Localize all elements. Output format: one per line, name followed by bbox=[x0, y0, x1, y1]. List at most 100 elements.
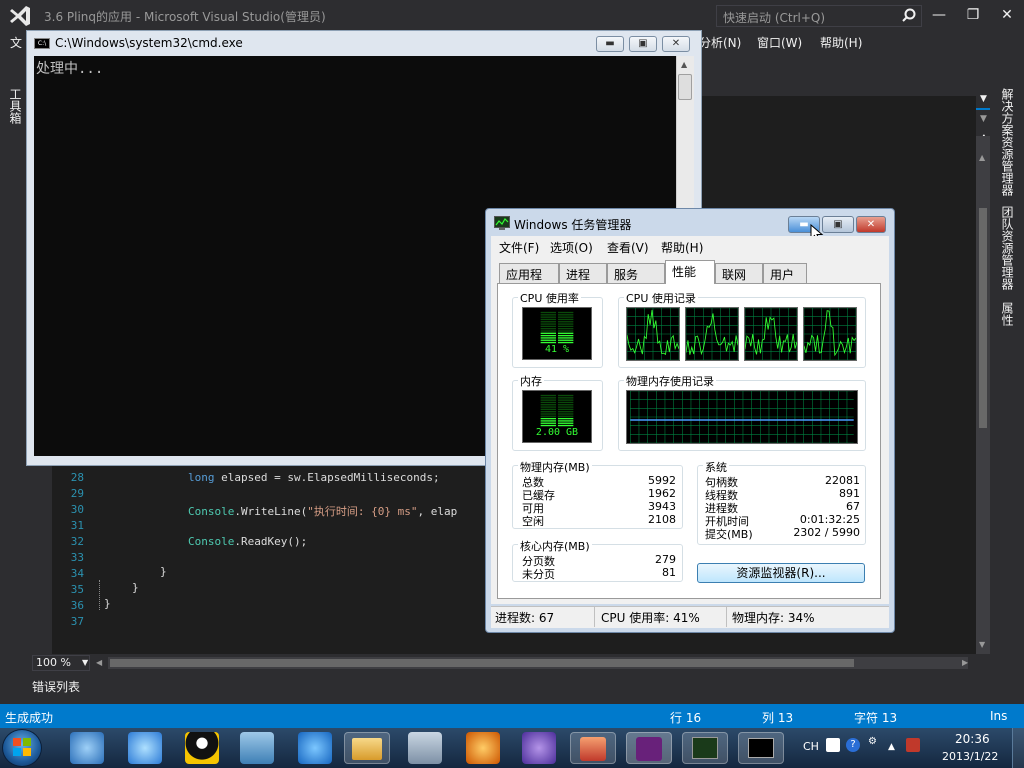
windows-logo-icon bbox=[13, 738, 31, 756]
memory-value: 2.00 GB bbox=[535, 427, 579, 438]
resource-monitor-button[interactable]: 资源监视器(R)... bbox=[697, 563, 865, 583]
scroll-up-icon[interactable]: ▲ bbox=[979, 153, 985, 162]
show-hidden-icons[interactable]: ▲ bbox=[888, 742, 895, 752]
menu-file[interactable]: 文 bbox=[10, 34, 22, 51]
maximize-icon[interactable]: ▣ bbox=[629, 36, 657, 52]
chevron-down-icon[interactable]: ▼ bbox=[980, 114, 987, 124]
tab-applications[interactable]: 应用程序 bbox=[499, 263, 559, 299]
cpu-history-label: CPU 使用记录 bbox=[624, 290, 698, 306]
chevron-down-icon[interactable]: ▼ bbox=[980, 94, 987, 104]
tm-menu-options[interactable]: 选项(O) bbox=[550, 239, 593, 256]
cmd-output: 处理中... bbox=[36, 61, 104, 77]
code-brace: } bbox=[132, 581, 139, 594]
folder-icon bbox=[352, 738, 382, 760]
ime-tool-icon[interactable] bbox=[826, 738, 840, 752]
memory-label: 内存 bbox=[518, 373, 544, 389]
properties-tab[interactable]: 属性 bbox=[998, 302, 1016, 326]
line-number: 34 bbox=[70, 567, 84, 580]
app-icon[interactable] bbox=[466, 732, 500, 764]
build-status: 生成成功 bbox=[5, 711, 54, 725]
cpu-usage-value: 41 % bbox=[544, 344, 570, 355]
visual-studio-logo-icon bbox=[10, 6, 30, 26]
physical-memory-title: 物理内存(MB) bbox=[518, 459, 592, 475]
search-icon[interactable] bbox=[902, 8, 916, 22]
internet-explorer-icon[interactable] bbox=[298, 732, 332, 764]
cmd-title: C:\Windows\system32\cmd.exe bbox=[55, 36, 243, 50]
infinity-app-icon[interactable] bbox=[522, 732, 556, 764]
minimize-icon[interactable]: — bbox=[926, 4, 952, 26]
computer-app-icon[interactable] bbox=[240, 732, 274, 764]
code-brace: } bbox=[104, 597, 111, 610]
system-title: 系统 bbox=[703, 459, 729, 475]
close-icon[interactable]: ✕ bbox=[994, 4, 1020, 26]
ime-indicator[interactable]: CH bbox=[803, 740, 819, 753]
status-divider bbox=[726, 607, 727, 627]
status-processes: 进程数: 67 bbox=[495, 611, 555, 625]
tab-services[interactable]: 服务 bbox=[607, 263, 665, 283]
stat-value: 891 bbox=[839, 487, 860, 500]
code-line: long elapsed = sw.ElapsedMilliseconds; bbox=[188, 471, 440, 484]
show-desktop-button[interactable] bbox=[1012, 728, 1024, 768]
bird-app-icon[interactable] bbox=[128, 732, 162, 764]
powerpoint-icon bbox=[580, 737, 606, 761]
line-number: 36 bbox=[70, 599, 84, 612]
stat-value: 81 bbox=[662, 566, 676, 579]
line-number: 30 bbox=[70, 503, 84, 516]
restore-icon[interactable]: ❐ bbox=[960, 4, 986, 26]
line-number: 31 bbox=[70, 519, 84, 532]
menu-analyze[interactable]: 分析(N) bbox=[699, 34, 741, 51]
toolbox-tab[interactable]: 工具箱 bbox=[6, 88, 24, 124]
task-manager-icon bbox=[494, 216, 510, 230]
tools-app-icon[interactable] bbox=[408, 732, 442, 764]
menu-window[interactable]: 窗口(W) bbox=[757, 34, 802, 51]
status-memory: 物理内存: 34% bbox=[732, 611, 815, 625]
cpu-core-graph bbox=[744, 307, 798, 361]
chevron-down-icon[interactable]: ▼ bbox=[82, 658, 88, 667]
scroll-left-icon[interactable]: ◀ bbox=[96, 658, 102, 667]
close-icon[interactable]: ✕ bbox=[856, 216, 886, 233]
cmd-icon: C:\ bbox=[34, 38, 50, 49]
clock-time[interactable]: 20:36 bbox=[955, 732, 990, 746]
status-cpu: CPU 使用率: 41% bbox=[601, 611, 700, 625]
minimize-icon[interactable]: ▬ bbox=[596, 36, 624, 52]
tm-menu-view[interactable]: 查看(V) bbox=[607, 239, 649, 256]
editor-scroll-thumb[interactable] bbox=[979, 208, 987, 428]
tm-menu-help[interactable]: 帮助(H) bbox=[661, 239, 703, 256]
status-col: 列 13 bbox=[762, 711, 794, 725]
menu-help[interactable]: 帮助(H) bbox=[820, 34, 862, 51]
stat-label: 未分页 bbox=[522, 568, 555, 581]
error-list-tab[interactable]: 错误列表 bbox=[32, 678, 80, 695]
clock-date[interactable]: 2013/1/22 bbox=[942, 750, 998, 763]
stat-value: 279 bbox=[655, 553, 676, 566]
tm-menu-file[interactable]: 文件(F) bbox=[499, 239, 539, 256]
solution-explorer-tab[interactable]: 解决方案资源管理器 bbox=[998, 88, 1016, 196]
line-number: 29 bbox=[70, 487, 84, 500]
cmd-icon bbox=[748, 738, 774, 758]
status-insert-mode: Ins bbox=[990, 709, 1008, 723]
cpu-core-graph bbox=[685, 307, 739, 361]
team-explorer-tab[interactable]: 团队资源管理器 bbox=[998, 206, 1016, 290]
status-divider bbox=[594, 607, 595, 627]
tab-networking[interactable]: 联网 bbox=[715, 263, 763, 283]
help-icon[interactable]: ? bbox=[846, 738, 860, 752]
scroll-up-icon[interactable]: ▲ bbox=[681, 60, 687, 69]
tab-users[interactable]: 用户 bbox=[763, 263, 807, 283]
tab-processes[interactable]: 进程 bbox=[559, 263, 607, 283]
stat-value: 22081 bbox=[825, 474, 860, 487]
stat-label: 空闲 bbox=[522, 515, 544, 528]
close-icon[interactable]: ✕ bbox=[662, 36, 690, 52]
scroll-down-icon[interactable]: ▼ bbox=[979, 640, 985, 649]
scroll-right-icon[interactable]: ▶ bbox=[962, 658, 968, 667]
media-player-icon[interactable] bbox=[70, 732, 104, 764]
horizontal-scroll-thumb[interactable] bbox=[110, 659, 854, 667]
task-manager-icon bbox=[692, 737, 718, 759]
task-manager-title: Windows 任务管理器 bbox=[514, 218, 632, 232]
tray-menu-icon[interactable]: ⚙ bbox=[868, 736, 877, 747]
tab-performance[interactable]: 性能 bbox=[665, 260, 715, 284]
stat-value: 3943 bbox=[648, 500, 676, 513]
cmd-scroll-thumb[interactable] bbox=[678, 74, 692, 100]
tray-app-icon[interactable] bbox=[906, 738, 920, 752]
quick-launch-input[interactable]: 快速启动 (Ctrl+Q) bbox=[716, 5, 922, 27]
qq-icon[interactable] bbox=[185, 732, 219, 764]
maximize-icon[interactable]: ▣ bbox=[822, 216, 854, 233]
